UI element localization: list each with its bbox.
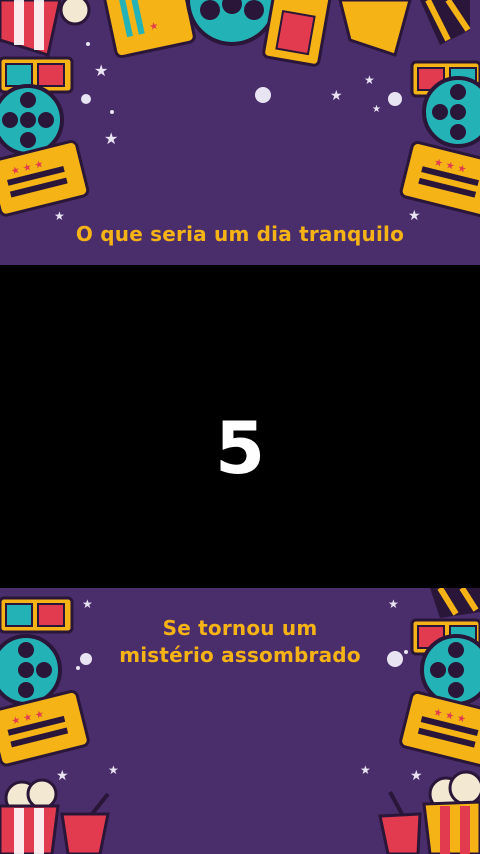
ticket-icon: ★ ★ ★ xyxy=(399,140,480,218)
bottom-decor-panel: ★ ★ ★ ★ ★ ★ ★ ★ ★ ★ ★ ★ Se tornou um mis… xyxy=(0,588,480,854)
film-reel-icon xyxy=(422,76,480,148)
svg-text:★: ★ xyxy=(360,763,371,777)
film-reel-icon xyxy=(186,0,278,46)
svg-text:★: ★ xyxy=(94,61,108,80)
svg-text:★: ★ xyxy=(388,597,399,611)
caption-bottom-line2: mistério assombrado xyxy=(119,643,361,667)
caption-bottom: Se tornou um mistério assombrado xyxy=(0,615,480,669)
svg-text:★: ★ xyxy=(104,129,118,148)
caption-bottom-line1: Se tornou um xyxy=(162,616,318,640)
svg-text:★: ★ xyxy=(108,763,119,777)
ticket-icon: ★ xyxy=(102,0,196,59)
caption-top: O que seria um dia tranquilo xyxy=(75,222,405,246)
soda-cup-icon xyxy=(60,792,110,854)
svg-text:★: ★ xyxy=(330,88,343,104)
clapperboard-icon xyxy=(338,0,471,57)
svg-text:★: ★ xyxy=(410,768,423,784)
svg-text:★: ★ xyxy=(56,768,69,784)
top-decor-panel: ★ ★ ★ ★ ★ ★ ★ ★ ★ ★ ★ ★ ★ ★ O que seria … xyxy=(0,0,480,265)
clapperboard-icon xyxy=(430,588,480,618)
svg-text:★: ★ xyxy=(364,73,375,87)
soda-cup-icon xyxy=(378,791,422,854)
countdown-number: 5 xyxy=(214,406,266,490)
popcorn-icon xyxy=(422,770,480,854)
popcorn-icon xyxy=(0,0,91,57)
star-icon: ★ ★ ★ ★ ★ ★ ★ xyxy=(54,61,421,224)
svg-text:★: ★ xyxy=(372,104,381,115)
svg-text:★: ★ xyxy=(82,597,93,611)
video-frame: ★ ★ ★ ★ ★ ★ ★ ★ ★ ★ ★ ★ ★ ★ O que seria … xyxy=(0,0,480,854)
popcorn-icon xyxy=(0,778,60,854)
film-reel-icon xyxy=(0,84,64,156)
ticket-icon xyxy=(262,0,332,67)
